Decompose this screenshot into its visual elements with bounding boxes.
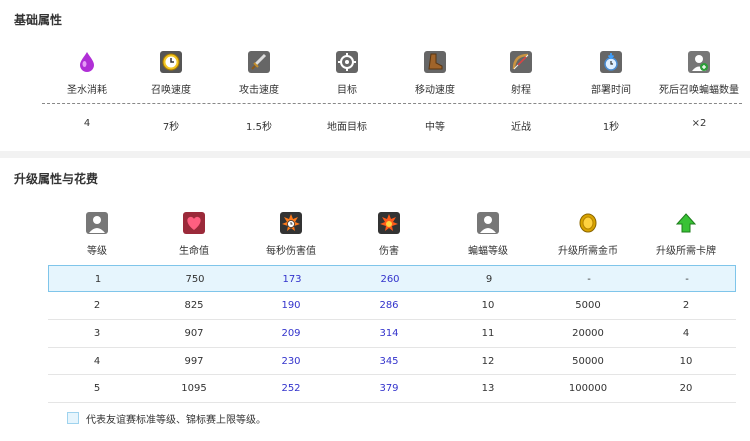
cell-damage: 260 bbox=[380, 274, 400, 285]
boot-icon bbox=[423, 50, 447, 74]
bow-icon bbox=[509, 50, 533, 74]
gold-coin-icon bbox=[576, 211, 600, 235]
cell-damage: 314 bbox=[379, 328, 399, 339]
dps-explosion-icon bbox=[279, 211, 303, 235]
cell-dps: 252 bbox=[281, 383, 301, 394]
col-header-cards: 升级所需卡牌 bbox=[656, 246, 716, 257]
table-row: 5 1095 252 379 13 100000 20 bbox=[48, 375, 736, 402]
crosshair-icon bbox=[335, 50, 359, 74]
cell-hp: 750 bbox=[185, 274, 205, 285]
level-person-icon bbox=[85, 211, 109, 235]
cell-hp: 907 bbox=[184, 328, 204, 339]
cell-cards: 2 bbox=[682, 300, 690, 311]
upgrade-panel: 升级属性与花费 等级 生命值 每秒伤害值 伤害 蝙蝠等级 升级所需金币 升级所需… bbox=[0, 158, 750, 441]
attr-value-deploy-time: 1秒 bbox=[602, 122, 620, 133]
legend-swatch bbox=[67, 412, 79, 424]
cell-damage: 379 bbox=[379, 383, 399, 394]
col-header-damage: 伤害 bbox=[379, 246, 399, 257]
table-row: 2 825 190 286 10 5000 2 bbox=[48, 292, 736, 319]
basic-attributes-panel: 基础属性 圣水消耗 召唤速度 攻击速度 目标 移动速度 射程 部署时间 死后召唤… bbox=[0, 0, 750, 151]
attr-value-summon-speed: 7秒 bbox=[162, 122, 180, 133]
attr-value-range: 近战 bbox=[511, 122, 531, 133]
cell-bat-level: 10 bbox=[481, 300, 495, 311]
cell-level: 1 bbox=[94, 274, 102, 285]
cell-dps: 173 bbox=[282, 274, 302, 285]
cell-dps: 209 bbox=[281, 328, 301, 339]
cell-bat-level: 9 bbox=[485, 274, 493, 285]
green-arrow-up-icon bbox=[674, 211, 698, 235]
damage-explosion-icon bbox=[377, 211, 401, 235]
dashed-divider bbox=[42, 103, 742, 104]
cell-level: 5 bbox=[93, 383, 101, 394]
basic-attributes-title: 基础属性 bbox=[14, 13, 63, 27]
col-header-hp: 生命值 bbox=[179, 246, 209, 257]
cell-dps: 190 bbox=[281, 300, 301, 311]
attr-value-attack-speed: 1.5秒 bbox=[246, 122, 272, 133]
cell-cards: 10 bbox=[679, 356, 693, 367]
cell-cards: 20 bbox=[679, 383, 693, 394]
attr-value-target: 地面目标 bbox=[327, 122, 367, 133]
table-row: 1 750 173 260 9 - - bbox=[48, 265, 736, 292]
col-header-gold: 升级所需金币 bbox=[558, 246, 618, 257]
attr-label-death-bats: 死后召唤蝙蝠数量 bbox=[659, 85, 739, 96]
cell-gold: 5000 bbox=[575, 300, 601, 311]
cell-bat-level: 11 bbox=[481, 328, 495, 339]
elixir-drop-icon bbox=[75, 50, 99, 74]
upgrade-title: 升级属性与花费 bbox=[14, 172, 99, 186]
cell-damage: 345 bbox=[379, 356, 399, 367]
cell-bat-level: 13 bbox=[481, 383, 495, 394]
cell-gold: 100000 bbox=[568, 383, 608, 394]
sword-icon bbox=[247, 50, 271, 74]
attr-value-move-speed: 中等 bbox=[425, 122, 445, 133]
table-row: 4 997 230 345 12 50000 10 bbox=[48, 348, 736, 375]
bat-spawn-icon bbox=[687, 50, 711, 74]
col-header-dps: 每秒伤害值 bbox=[266, 246, 316, 257]
cell-dps: 230 bbox=[281, 356, 301, 367]
cell-level: 4 bbox=[93, 356, 101, 367]
cell-bat-level: 12 bbox=[481, 356, 495, 367]
cell-hp: 997 bbox=[184, 356, 204, 367]
col-header-level: 等级 bbox=[87, 246, 107, 257]
cell-cards: 4 bbox=[682, 328, 690, 339]
legend-text: 代表友谊赛标准等级、锦标赛上限等级。 bbox=[86, 415, 266, 426]
attr-value-death-bats: ×2 bbox=[691, 118, 707, 129]
table-row: 3 907 209 314 11 20000 4 bbox=[48, 320, 736, 347]
cell-cards: - bbox=[685, 274, 689, 285]
cell-level: 3 bbox=[93, 328, 101, 339]
cell-gold: 50000 bbox=[572, 356, 604, 367]
cell-gold: - bbox=[587, 274, 591, 285]
bat-level-person-icon bbox=[476, 211, 500, 235]
col-header-bat-level: 蝙蝠等级 bbox=[468, 246, 508, 257]
cell-hp: 1095 bbox=[181, 383, 207, 394]
cell-level: 2 bbox=[93, 300, 101, 311]
cell-hp: 825 bbox=[184, 300, 204, 311]
clock-icon bbox=[159, 50, 183, 74]
cell-damage: 286 bbox=[379, 300, 399, 311]
deploy-clock-icon bbox=[599, 50, 623, 74]
heart-icon bbox=[182, 211, 206, 235]
row-divider bbox=[48, 402, 736, 403]
cell-gold: 20000 bbox=[572, 328, 604, 339]
